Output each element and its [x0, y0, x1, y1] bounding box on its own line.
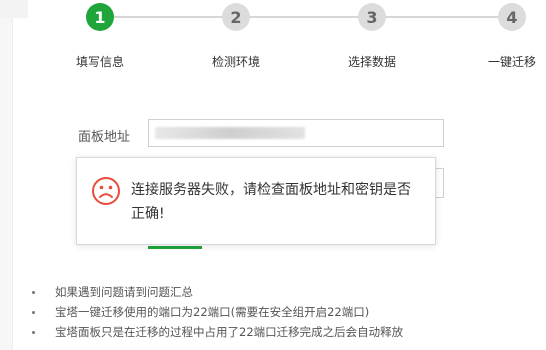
step-2-number: 2	[230, 7, 242, 27]
redacted-address-overlay	[155, 127, 305, 139]
panel-address-label: 面板地址	[78, 130, 131, 145]
step-connector-3	[386, 16, 498, 18]
step-3-number: 3	[366, 7, 378, 27]
step-3-label: 选择数据	[347, 55, 397, 69]
step-1-circle: 1	[86, 3, 114, 31]
step-4-number: 4	[506, 7, 518, 27]
step-2-label: 检测环境	[211, 55, 261, 69]
step-1-number: 1	[94, 7, 106, 27]
step-1-label: 填写信息	[75, 55, 125, 69]
error-message: 连接服务器失败，请检查面板地址和密钥是否正确!	[131, 182, 411, 222]
step-2-circle: 2	[222, 3, 250, 31]
step-3-circle: 3	[358, 3, 386, 31]
step-4-circle: 4	[498, 3, 526, 31]
note-item: 宝塔一键迁移使用的端口为22端口(需要在安全组开启22端口)	[30, 302, 403, 322]
note-item: 宝塔面板只是在迁移的过程中占用了22端口迁移完成之后会自动释放	[30, 322, 403, 342]
next-step-button[interactable]	[148, 246, 202, 249]
step-connector-1	[114, 16, 222, 18]
migration-notes-list: 如果遇到问题请到问题汇总 宝塔一键迁移使用的端口为22端口(需要在安全组开启22…	[30, 282, 403, 342]
panel-key-input[interactable]	[436, 168, 444, 198]
sad-face-icon	[92, 177, 120, 205]
error-alert-dialog: 连接服务器失败，请检查面板地址和密钥是否正确!	[76, 157, 436, 245]
step-4-label: 一键迁移	[487, 55, 537, 69]
step-connector-2	[250, 16, 358, 18]
note-item: 如果遇到问题请到问题汇总	[30, 282, 403, 302]
panel-address-input[interactable]	[148, 119, 444, 147]
migration-stepper: 1 2 3 4 填写信息 检测环境 选择数据 一键迁移	[0, 0, 546, 80]
